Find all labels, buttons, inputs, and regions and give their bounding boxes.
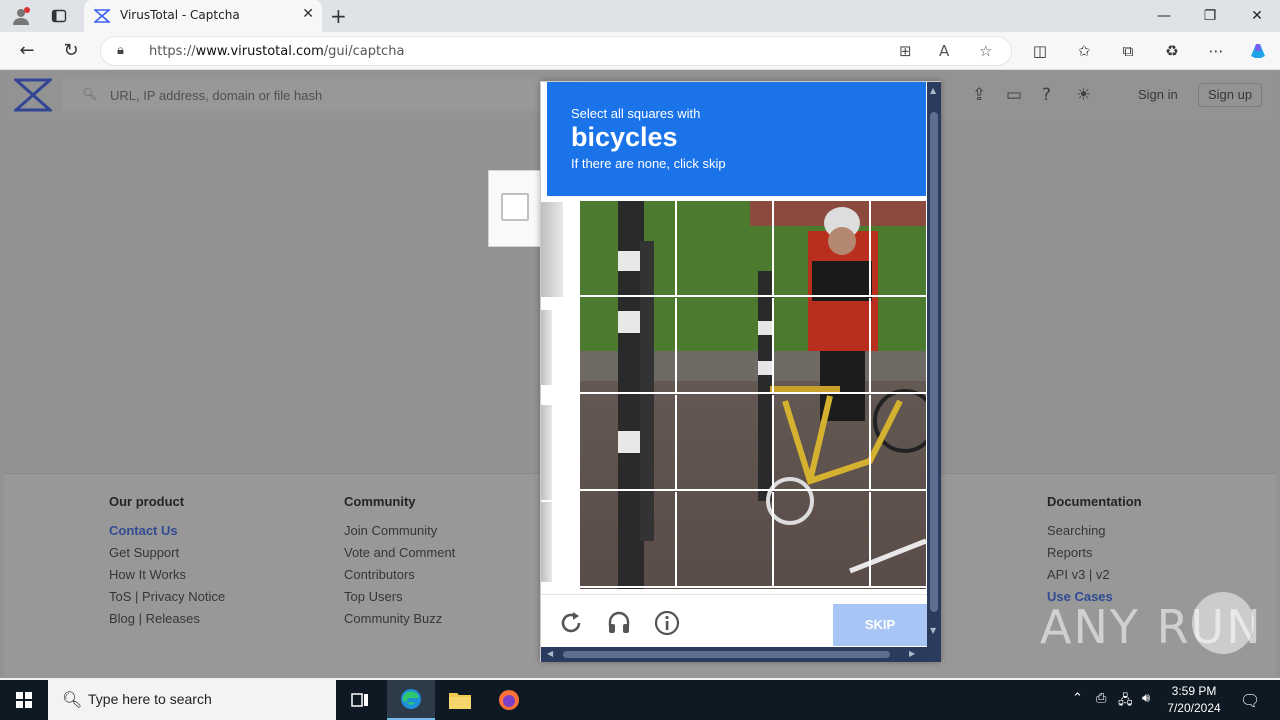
challenge-object: bicycles: [571, 122, 678, 152]
more-menu-icon[interactable]: ⋯: [1206, 41, 1226, 61]
browser-toolbar: ← ↻ 🔒︎ https://www.virustotal.com/gui/ca…: [0, 32, 1280, 70]
task-view-button[interactable]: [336, 680, 384, 720]
collections-icon[interactable]: ⧉: [1118, 41, 1138, 61]
restore-button[interactable]: ❐: [1190, 4, 1230, 28]
back-button[interactable]: ←: [14, 39, 40, 63]
clock-date[interactable]: 7/20/2024: [1162, 701, 1226, 715]
folder-icon: [449, 693, 471, 709]
close-window-button[interactable]: ✕: [1237, 4, 1277, 28]
tray-chevron-icon[interactable]: ⌃: [1072, 691, 1083, 706]
url-text: https://www.virustotal.com/gui/captcha: [149, 44, 405, 59]
vertical-scrollbar[interactable]: ▲ ▼: [927, 82, 941, 647]
apps-icon[interactable]: ⊞: [899, 42, 912, 60]
network-icon[interactable]: 🖧︎: [1118, 691, 1133, 713]
split-screen-icon[interactable]: ◫: [1030, 41, 1050, 61]
extensions-icon[interactable]: ♻: [1162, 41, 1182, 61]
ghost-tile: [541, 310, 552, 385]
clock-time[interactable]: 3:59 PM: [1168, 684, 1220, 698]
challenge-footer: SKIP: [541, 594, 927, 647]
captcha-tile[interactable]: [580, 298, 677, 394]
captcha-tile[interactable]: [677, 298, 774, 394]
read-aloud-icon[interactable]: A: [939, 42, 949, 60]
start-button[interactable]: [0, 680, 48, 720]
horizontal-scroll-thumb[interactable]: [563, 651, 890, 658]
captcha-tile[interactable]: [871, 298, 926, 394]
copilot-icon[interactable]: [1248, 41, 1268, 61]
tray-device-icon[interactable]: ⎙: [1096, 691, 1106, 706]
vertical-scroll-thumb[interactable]: [930, 112, 938, 612]
captcha-tile[interactable]: [677, 201, 774, 297]
captcha-tile[interactable]: [774, 395, 871, 491]
info-icon[interactable]: [653, 609, 681, 637]
captcha-tile[interactable]: [871, 395, 926, 491]
lock-icon[interactable]: 🔒︎: [117, 43, 124, 58]
taskbar-search[interactable]: 🔍︎ Type here to search: [48, 680, 336, 720]
captcha-tile[interactable]: [677, 492, 774, 588]
challenge-header: Select all squares with bicycles If ther…: [547, 82, 926, 196]
captcha-challenge: Select all squares with bicycles If ther…: [540, 81, 941, 662]
scroll-down-arrow-icon[interactable]: ▼: [930, 626, 936, 635]
scroll-up-arrow-icon[interactable]: ▲: [930, 86, 936, 95]
tab-close-icon[interactable]: ✕: [302, 6, 314, 22]
address-bar[interactable]: 🔒︎ https://www.virustotal.com/gui/captch…: [100, 36, 1012, 66]
minimize-button[interactable]: —: [1144, 4, 1184, 28]
tab-title: VirusTotal - Captcha: [120, 8, 240, 22]
ghost-tile: [541, 202, 563, 297]
task-view-icon: [351, 693, 368, 707]
captcha-tile[interactable]: [677, 395, 774, 491]
favorites-icon[interactable]: ✩: [1074, 41, 1094, 61]
notification-center-icon[interactable]: 🗨︎: [1240, 691, 1260, 710]
refresh-button[interactable]: ↻: [58, 39, 84, 63]
captcha-image-grid: [580, 201, 926, 589]
captcha-checkbox[interactable]: [501, 193, 529, 221]
new-tab-button[interactable]: +: [330, 4, 347, 28]
challenge-prompt: Select all squares with: [571, 106, 701, 121]
captcha-tile[interactable]: [774, 492, 871, 588]
edge-icon: [401, 689, 421, 709]
audio-challenge-icon[interactable]: [605, 609, 633, 637]
refresh-challenge-icon[interactable]: [557, 609, 585, 637]
browser-tab-bar: VirusTotal - Captcha ✕ + — ❐ ✕: [0, 0, 1280, 32]
taskbar-file-explorer[interactable]: [436, 680, 484, 720]
volume-icon[interactable]: 🔊︎: [1142, 691, 1150, 706]
favorite-star-icon[interactable]: ☆: [979, 42, 992, 60]
virustotal-favicon-icon: [94, 9, 110, 23]
scroll-left-arrow-icon[interactable]: ◀: [547, 649, 553, 658]
search-icon: 🔍︎: [62, 690, 83, 709]
windows-logo-icon: [16, 692, 32, 708]
ghost-tile: [541, 502, 552, 582]
profile-icon[interactable]: [10, 5, 32, 27]
captcha-tile[interactable]: [580, 201, 677, 297]
captcha-tile[interactable]: [774, 298, 871, 394]
captcha-tile[interactable]: [580, 395, 677, 491]
captcha-tile[interactable]: [871, 201, 926, 297]
captcha-checkbox-widget: [488, 170, 544, 247]
captcha-tile[interactable]: [871, 492, 926, 588]
taskbar-firefox[interactable]: [485, 680, 533, 720]
tab-virustotal[interactable]: VirusTotal - Captcha ✕: [84, 0, 322, 32]
captcha-tile[interactable]: [774, 201, 871, 297]
taskbar-search-placeholder: Type here to search: [88, 691, 212, 707]
previous-image-strip: [541, 202, 563, 582]
challenge-hint: If there are none, click skip: [571, 156, 726, 171]
skip-button[interactable]: SKIP: [833, 604, 927, 646]
firefox-icon: [499, 690, 519, 710]
tab-actions-icon[interactable]: [48, 5, 70, 27]
scroll-right-arrow-icon[interactable]: ▶: [909, 649, 915, 658]
horizontal-scrollbar[interactable]: ◀ ▶: [541, 647, 941, 662]
watermark-button[interactable]: [1192, 592, 1254, 654]
ghost-tile: [541, 405, 552, 500]
taskbar-edge[interactable]: [387, 680, 435, 720]
windows-taskbar: 🔍︎ Type here to search ⌃ ⎙ 🖧︎ 🔊︎ 3:59 PM…: [0, 680, 1280, 720]
captcha-tile[interactable]: [580, 492, 677, 588]
